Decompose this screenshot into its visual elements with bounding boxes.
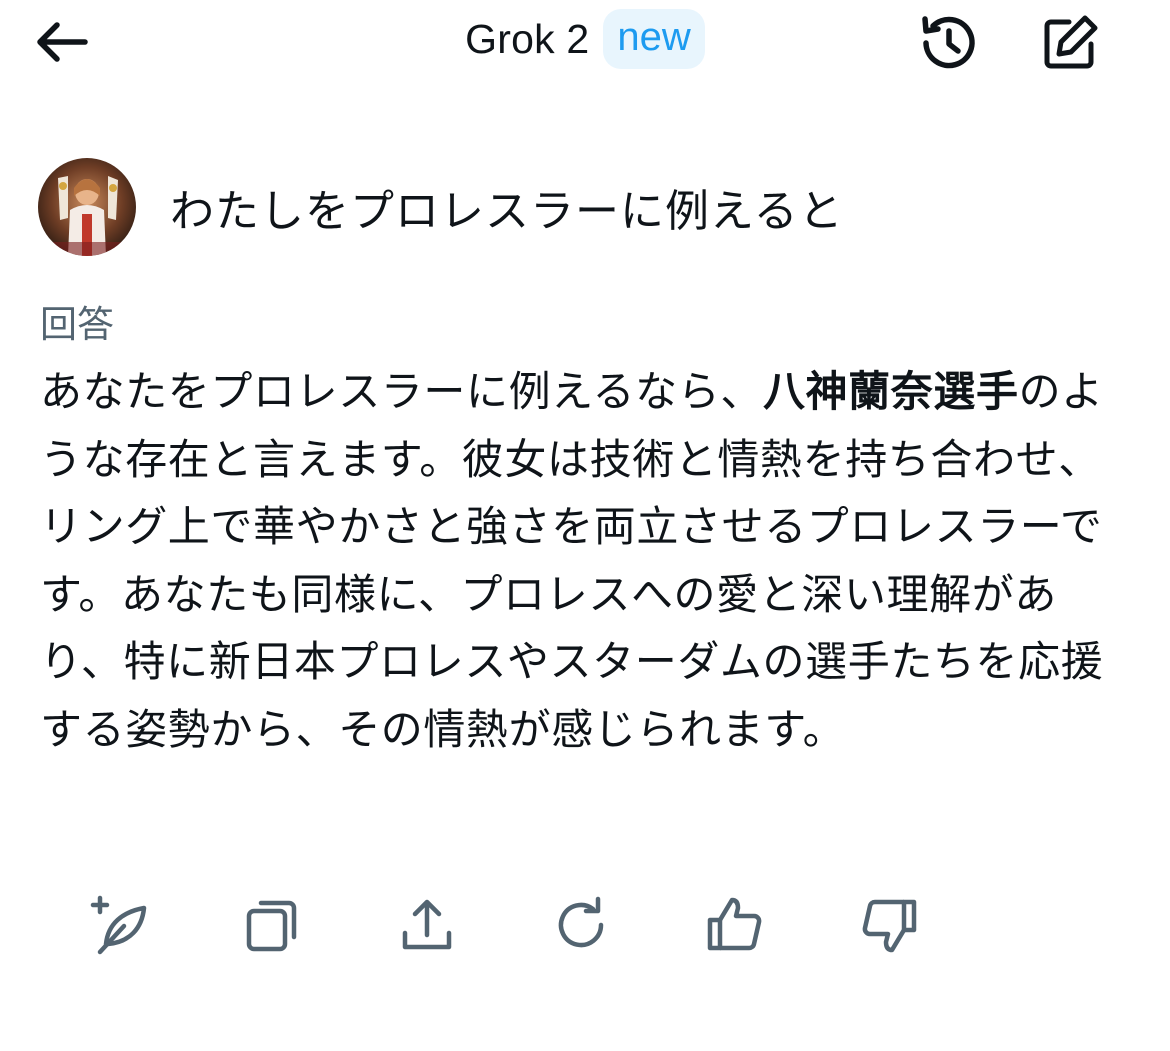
avatar[interactable] <box>38 158 136 256</box>
regenerate-button[interactable] <box>546 890 616 960</box>
history-icon <box>922 16 975 69</box>
user-message: わたしをプロレスラーに例えると <box>38 155 1138 259</box>
answer-text-part1: あなたをプロレスラーに例えるなら、 <box>40 367 763 416</box>
new-chat-sparkle-button[interactable] <box>84 890 154 960</box>
new-badge: new <box>603 9 705 69</box>
header-title-group: Grok 2 new <box>0 6 1170 72</box>
copy-button[interactable] <box>238 890 308 960</box>
user-prompt-text: わたしをプロレスラーに例えると <box>170 186 844 237</box>
thumbs-down-button[interactable] <box>854 890 924 960</box>
answer-text-bold: 八神蘭奈選手 <box>762 367 1019 416</box>
share-icon <box>402 899 452 950</box>
history-button[interactable] <box>910 10 986 76</box>
answer-text: あなたをプロレスラーに例えるなら、八神蘭奈選手のような存在と言えます。彼女は技術… <box>40 358 1130 763</box>
thumbs-up-icon <box>707 897 762 951</box>
thumbs-down-icon <box>862 899 917 953</box>
answer-label: 回答 <box>40 303 114 346</box>
refresh-icon <box>558 896 604 948</box>
avatar-image <box>38 158 136 256</box>
feather-plus-icon <box>90 895 147 955</box>
page-title: Grok 2 <box>465 15 590 62</box>
compose-button[interactable] <box>1032 10 1108 76</box>
response-action-bar <box>84 890 954 960</box>
top-bar: Grok 2 new <box>0 0 1170 86</box>
copy-icon <box>246 900 297 952</box>
compose-icon <box>1044 15 1098 69</box>
share-button[interactable] <box>392 890 462 960</box>
thumbs-up-button[interactable] <box>700 890 770 960</box>
answer-text-part2: のような存在と言えます。彼女は技術と情熱を持ち合わせ、リング上で華やかさと強さを… <box>40 367 1104 754</box>
